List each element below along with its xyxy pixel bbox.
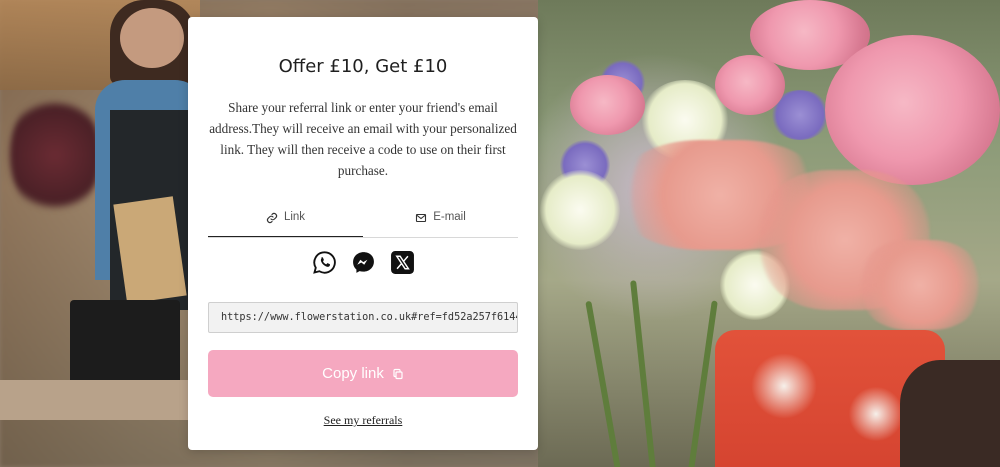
- flower-rose: [570, 75, 645, 135]
- copy-link-label: Copy link: [322, 365, 384, 382]
- mail-icon: [416, 213, 427, 223]
- modal-title: Offer £10, Get £10: [278, 56, 448, 77]
- copy-link-button[interactable]: Copy link: [208, 350, 518, 397]
- messenger-icon: [352, 252, 374, 273]
- tab-email[interactable]: E-mail: [363, 211, 518, 237]
- tab-link[interactable]: Link: [208, 211, 363, 237]
- referral-modal: Offer £10, Get £10 Share your referral l…: [188, 17, 538, 450]
- share-method-tabs: Link E-mail: [208, 211, 518, 238]
- flower-white: [540, 170, 620, 250]
- flower-astilbe: [860, 240, 980, 330]
- tab-link-label: Link: [283, 211, 306, 223]
- see-my-referrals-link[interactable]: See my referrals: [188, 413, 538, 428]
- background-table: [0, 380, 200, 420]
- modal-description: Share your referral link or enter your f…: [209, 100, 517, 178]
- whatsapp-icon: [312, 251, 336, 274]
- whatsapp-share-button[interactable]: [312, 250, 337, 275]
- link-icon: [266, 212, 278, 224]
- background-hand: [900, 360, 1000, 467]
- flower-rose: [715, 55, 785, 115]
- messenger-share-button[interactable]: [351, 250, 376, 275]
- x-icon: [390, 251, 414, 274]
- copy-icon: [393, 368, 403, 379]
- flower-rose: [825, 35, 1000, 185]
- referral-link-field[interactable]: https://www.flowerstation.co.uk#ref=fd52…: [208, 302, 518, 333]
- background-plant: [10, 90, 100, 220]
- background-person-head: [120, 8, 184, 68]
- share-buttons: [188, 250, 538, 275]
- tab-email-label: E-mail: [433, 211, 466, 223]
- x-share-button[interactable]: [390, 250, 415, 275]
